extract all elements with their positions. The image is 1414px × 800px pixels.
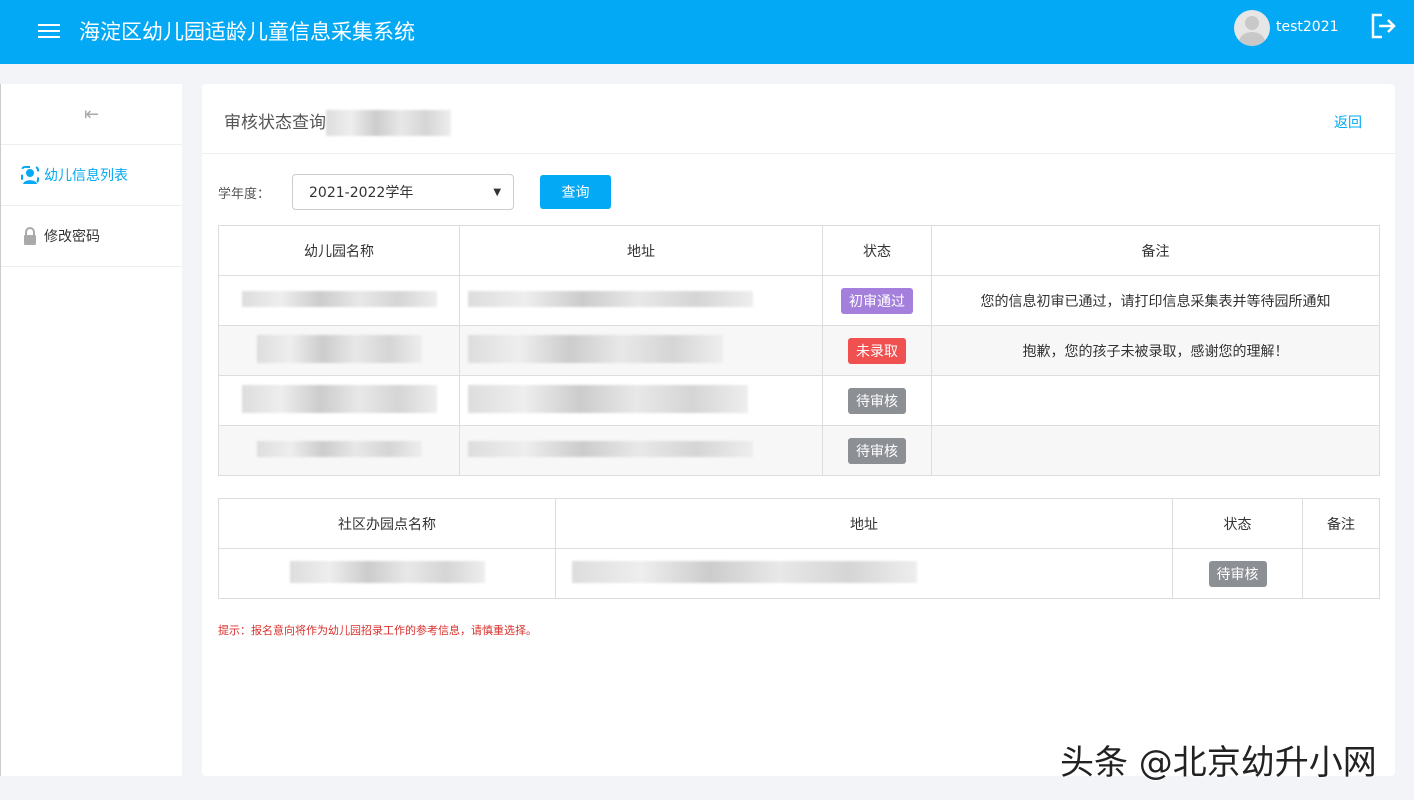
sidebar-item-child-list[interactable]: 幼儿信息列表 xyxy=(1,145,182,206)
collapse-sidebar-icon[interactable]: ⇤ xyxy=(1,84,182,145)
redacted-cell xyxy=(468,440,753,457)
page-title: 审核状态查询 xyxy=(224,113,326,133)
redacted-name xyxy=(326,110,451,136)
remark-cell: 您的信息初审已通过，请打印信息采集表并等待园所通知 xyxy=(931,275,1380,326)
redacted-cell xyxy=(241,290,437,307)
top-bar: 海淀区幼儿园适龄儿童信息采集系统 test2021 xyxy=(0,0,1414,64)
sidebar-item-change-password[interactable]: 修改密码 xyxy=(1,206,182,267)
status-badge: 待审核 xyxy=(848,387,906,414)
app-title: 海淀区幼儿园适龄儿童信息采集系统 xyxy=(79,20,415,44)
redacted-cell xyxy=(468,334,723,363)
hint-text: 提示：报名意向将作为幼儿园招录工作的参考信息，请慎重选择。 xyxy=(218,624,537,637)
table-row: 未录取 抱歉，您的孩子未被录取，感谢您的理解！ xyxy=(218,325,1380,376)
kindergarten-table: 幼儿园名称 地址 状态 备注 初审通过 您的信息初审已通过，请打印信息采集表并等待园所通… xyxy=(218,225,1380,476)
community-table: 社区办园点名称 地址 状态 备注 待审核 xyxy=(218,498,1380,599)
avatar[interactable] xyxy=(1234,10,1270,46)
remark-cell xyxy=(931,375,1380,426)
sidebar-item-label: 幼儿信息列表 xyxy=(44,168,128,184)
status-badge: 待审核 xyxy=(1208,560,1267,587)
table-row: 待审核 xyxy=(218,375,1380,426)
lock-icon xyxy=(24,227,36,245)
back-link[interactable]: 返回 xyxy=(1334,112,1362,132)
column-header: 状态 xyxy=(1172,498,1303,549)
school-year-value: 2021-2022学年 xyxy=(309,185,414,201)
remark-cell xyxy=(931,425,1380,476)
status-badge: 初审通过 xyxy=(841,287,913,314)
table-row: 初审通过 您的信息初审已通过，请打印信息采集表并等待园所通知 xyxy=(218,275,1380,326)
redacted-cell xyxy=(289,560,485,583)
remark-cell xyxy=(1302,548,1380,599)
remark-cell: 抱歉，您的孩子未被录取，感谢您的理解！ xyxy=(931,325,1380,376)
username[interactable]: test2021 xyxy=(1276,19,1339,35)
redacted-cell xyxy=(256,440,422,457)
logout-icon[interactable] xyxy=(1370,12,1396,40)
column-header: 地址 xyxy=(555,498,1173,549)
redacted-cell xyxy=(256,334,422,363)
user-icon xyxy=(21,166,39,184)
redacted-cell xyxy=(572,560,917,583)
table-row: 待审核 xyxy=(218,548,1380,599)
menu-icon[interactable] xyxy=(38,20,60,42)
school-year-select[interactable]: 2021-2022学年 ▼ xyxy=(292,174,515,210)
query-button[interactable]: 查询 xyxy=(540,175,612,209)
sidebar: ⇤ 幼儿信息列表 修改密码 xyxy=(0,84,182,776)
column-header: 备注 xyxy=(931,225,1380,276)
column-header: 社区办园点名称 xyxy=(218,498,556,549)
school-year-label: 学年度： xyxy=(218,186,271,202)
status-badge: 待审核 xyxy=(848,437,906,464)
main-panel: 审核状态查询 返回 学年度： 2021-2022学年 ▼ 查询 幼儿园名称 地址 状态… xyxy=(202,84,1395,776)
status-badge: 未录取 xyxy=(848,337,906,364)
column-header: 状态 xyxy=(822,225,932,276)
table-row: 待审核 xyxy=(218,425,1380,476)
watermark: 头条 @北京幼升小网 xyxy=(1060,743,1377,783)
chevron-down-icon: ▼ xyxy=(493,186,502,198)
column-header: 地址 xyxy=(459,225,823,276)
redacted-cell xyxy=(468,290,753,307)
redacted-cell xyxy=(241,384,437,413)
column-header: 备注 xyxy=(1302,498,1380,549)
redacted-cell xyxy=(468,384,748,413)
sidebar-item-label: 修改密码 xyxy=(44,229,100,245)
column-header: 幼儿园名称 xyxy=(218,225,460,276)
